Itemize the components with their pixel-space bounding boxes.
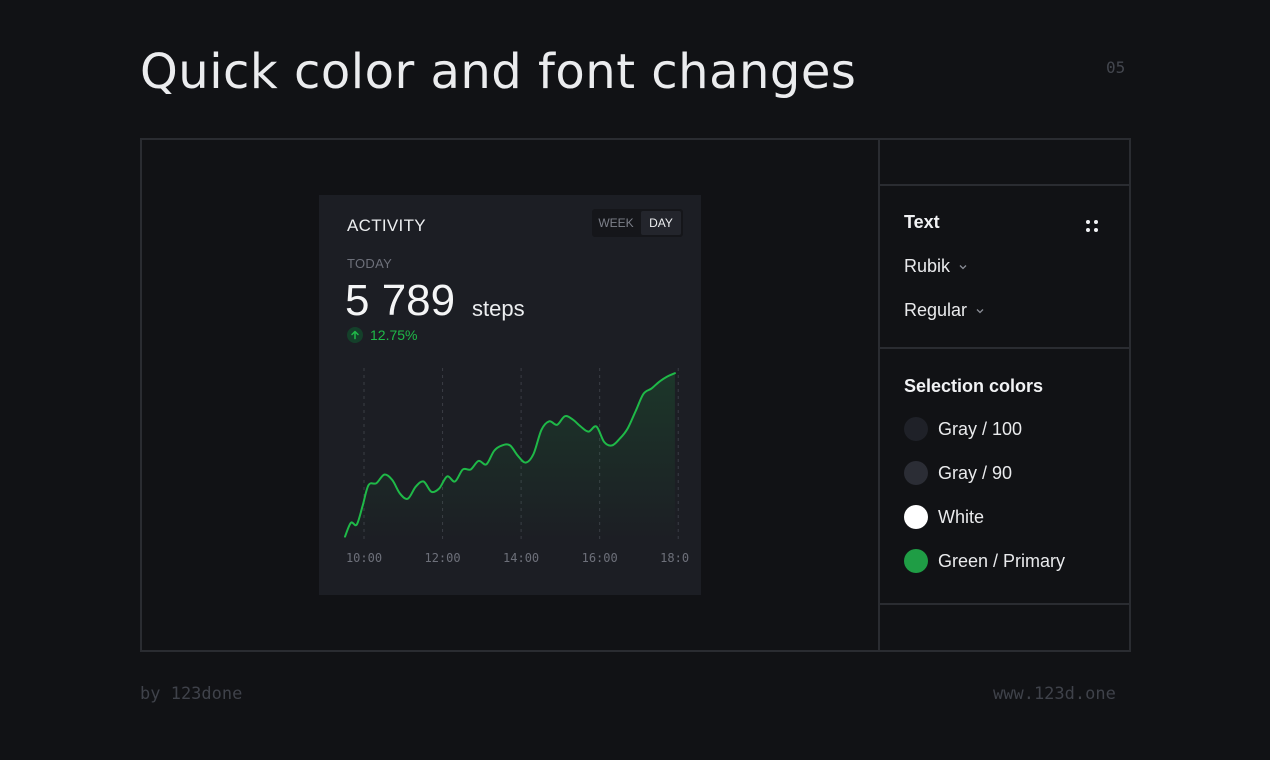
chart-area-fill [345,373,675,540]
color-item-gray-100[interactable]: Gray / 100 [904,417,1022,441]
change-percent: 12.75% [370,327,418,343]
period-label: TODAY [347,256,393,271]
x-tick-label: 12:00 [424,551,460,565]
change-indicator: 12.75% [347,327,417,343]
font-family-value: Rubik [904,256,951,276]
page-title: Quick color and font changes [140,44,857,100]
steps-value: 5 789 [345,276,456,325]
period-toggle: WEEK DAY [592,209,683,237]
activity-card: ACTIVITY WEEK DAY TODAY 5 789 steps 12.7… [319,195,701,595]
font-family-dropdown[interactable]: Rubik [904,256,968,277]
color-label: Green / Primary [938,550,1066,571]
arrow-up-icon [347,327,363,343]
activity-chart: 10:00 12:00 14:00 16:00 18:00 [344,368,689,565]
style-grid-icon[interactable] [1086,220,1098,232]
font-weight-dropdown[interactable]: Regular [904,300,985,321]
color-swatch [904,505,928,529]
text-section-heading: Text [904,212,940,232]
color-item-green-primary[interactable]: Green / Primary [904,549,1065,573]
footer-website-link[interactable]: www.123d.one [993,684,1116,704]
color-item-gray-90[interactable]: Gray / 90 [904,461,1012,485]
color-label: Gray / 90 [938,462,1013,483]
color-swatch [904,461,928,485]
x-tick-label: 16:00 [582,551,618,565]
chevron-down-icon [976,308,984,313]
canvas-area: ACTIVITY WEEK DAY TODAY 5 789 steps 12.7… [142,140,880,650]
x-tick-label: 14:00 [503,551,539,565]
font-weight-value: Regular [904,300,968,320]
mockup-frame: ACTIVITY WEEK DAY TODAY 5 789 steps 12.7… [140,138,1131,652]
selection-colors-heading: Selection colors [904,376,1044,396]
footer-credit: by 123done [140,684,243,704]
x-tick-label: 10:00 [346,551,382,565]
color-swatch [904,549,928,573]
steps-unit: steps [472,296,525,321]
properties-panel: Text Rubik Regular Selection colors Gray… [880,140,1129,650]
selection-colors-section: Selection colors Gray / 100 Gray / 90 Wh… [880,349,1129,605]
text-section: Text Rubik Regular [880,186,1129,349]
card-title: ACTIVITY [347,216,426,235]
color-label: White [938,506,985,527]
chevron-down-icon [959,264,967,269]
toggle-week-button[interactable]: WEEK [592,209,640,237]
x-tick-label: 18:00 [660,551,689,565]
toggle-day-button[interactable]: DAY [641,211,681,235]
color-label: Gray / 100 [938,418,1023,439]
color-item-white[interactable]: White [904,505,984,529]
color-swatch [904,417,928,441]
page-number: 05 [1106,58,1126,77]
panel-header-row [880,140,1129,186]
